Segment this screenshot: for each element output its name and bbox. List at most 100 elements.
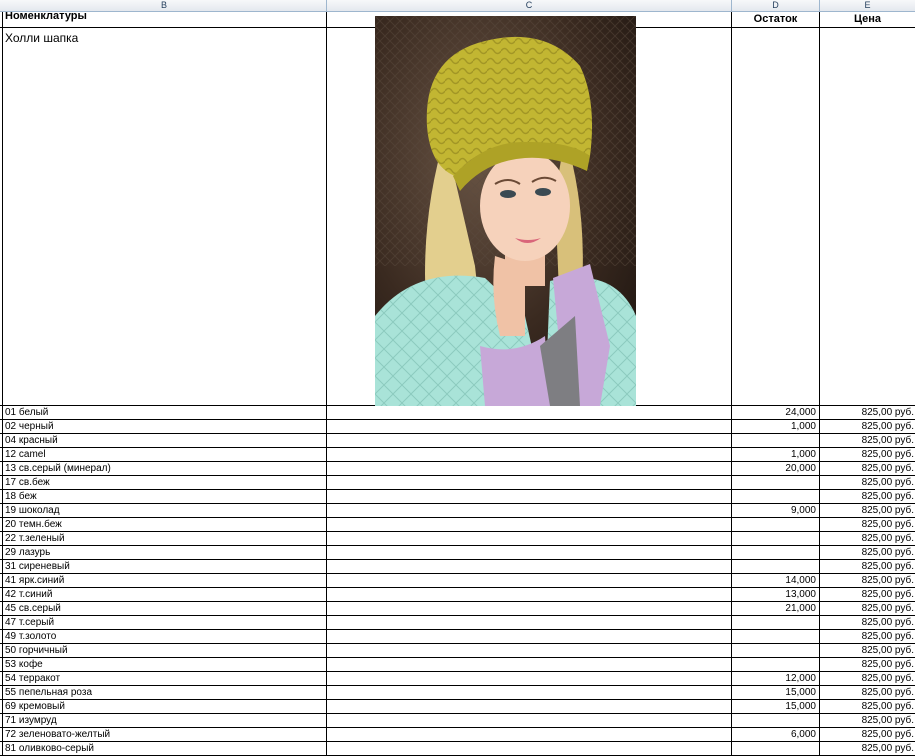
variant-empty-cell[interactable] xyxy=(327,490,732,503)
variant-empty-cell[interactable] xyxy=(327,700,732,713)
variant-price-cell[interactable]: 825,00 руб. xyxy=(820,420,915,433)
variant-stock-cell[interactable] xyxy=(732,476,820,489)
variant-name-cell[interactable]: 71 изумруд xyxy=(2,714,327,727)
variant-stock-cell[interactable] xyxy=(732,518,820,531)
variant-name-cell[interactable]: 01 белый xyxy=(2,406,327,419)
variant-empty-cell[interactable] xyxy=(327,588,732,601)
variant-name-cell[interactable]: 02 черный xyxy=(2,420,327,433)
variant-empty-cell[interactable] xyxy=(327,560,732,573)
product-name-cell[interactable]: Холли шапка xyxy=(2,28,327,405)
variant-price-cell[interactable]: 825,00 руб. xyxy=(820,574,915,587)
variant-name-cell[interactable]: 20 темн.беж xyxy=(2,518,327,531)
variant-empty-cell[interactable] xyxy=(327,686,732,699)
variant-stock-cell[interactable] xyxy=(732,658,820,671)
variant-empty-cell[interactable] xyxy=(327,462,732,475)
variant-stock-cell[interactable] xyxy=(732,532,820,545)
variant-empty-cell[interactable] xyxy=(327,714,732,727)
variant-name-cell[interactable]: 53 кофе xyxy=(2,658,327,671)
variant-stock-cell[interactable]: 6,000 xyxy=(732,728,820,741)
variant-name-cell[interactable]: 18 беж xyxy=(2,490,327,503)
variant-stock-cell[interactable]: 1,000 xyxy=(732,420,820,433)
variant-price-cell[interactable]: 825,00 руб. xyxy=(820,504,915,517)
variant-stock-cell[interactable] xyxy=(732,560,820,573)
variant-price-cell[interactable]: 825,00 руб. xyxy=(820,518,915,531)
variant-name-cell[interactable]: 49 т.золото xyxy=(2,630,327,643)
variant-price-cell[interactable]: 825,00 руб. xyxy=(820,602,915,615)
variant-price-cell[interactable]: 825,00 руб. xyxy=(820,728,915,741)
variant-empty-cell[interactable] xyxy=(327,630,732,643)
product-price-cell[interactable] xyxy=(820,28,915,405)
variant-stock-cell[interactable]: 24,000 xyxy=(732,406,820,419)
variant-price-cell[interactable]: 825,00 руб. xyxy=(820,700,915,713)
variant-price-cell[interactable]: 825,00 руб. xyxy=(820,616,915,629)
variant-stock-cell[interactable] xyxy=(732,742,820,755)
variant-price-cell[interactable]: 825,00 руб. xyxy=(820,588,915,601)
variant-empty-cell[interactable] xyxy=(327,434,732,447)
variant-name-cell[interactable]: 50 горчичный xyxy=(2,644,327,657)
variant-stock-cell[interactable]: 12,000 xyxy=(732,672,820,685)
variant-name-cell[interactable]: 13 св.серый (минерал) xyxy=(2,462,327,475)
product-stock-cell[interactable] xyxy=(732,28,820,405)
variant-stock-cell[interactable] xyxy=(732,616,820,629)
variant-price-cell[interactable]: 825,00 руб. xyxy=(820,462,915,475)
product-photo[interactable] xyxy=(375,16,636,406)
variant-stock-cell[interactable] xyxy=(732,490,820,503)
variant-price-cell[interactable]: 825,00 руб. xyxy=(820,490,915,503)
variant-price-cell[interactable]: 825,00 руб. xyxy=(820,434,915,447)
variant-stock-cell[interactable] xyxy=(732,434,820,447)
variant-stock-cell[interactable] xyxy=(732,630,820,643)
variant-name-cell[interactable]: 22 т.зеленый xyxy=(2,532,327,545)
variant-empty-cell[interactable] xyxy=(327,602,732,615)
variant-price-cell[interactable]: 825,00 руб. xyxy=(820,658,915,671)
variant-empty-cell[interactable] xyxy=(327,518,732,531)
variant-stock-cell[interactable]: 1,000 xyxy=(732,448,820,461)
variant-name-cell[interactable]: 12 camel xyxy=(2,448,327,461)
variant-price-cell[interactable]: 825,00 руб. xyxy=(820,532,915,545)
variant-empty-cell[interactable] xyxy=(327,476,732,489)
variant-stock-cell[interactable]: 21,000 xyxy=(732,602,820,615)
variant-name-cell[interactable]: 17 св.беж xyxy=(2,476,327,489)
variant-empty-cell[interactable] xyxy=(327,658,732,671)
variant-stock-cell[interactable]: 13,000 xyxy=(732,588,820,601)
variant-price-cell[interactable]: 825,00 руб. xyxy=(820,714,915,727)
variant-name-cell[interactable]: 29 лазурь xyxy=(2,546,327,559)
variant-name-cell[interactable]: 81 оливково-серый xyxy=(2,742,327,755)
variant-price-cell[interactable]: 825,00 руб. xyxy=(820,686,915,699)
variant-price-cell[interactable]: 825,00 руб. xyxy=(820,672,915,685)
variant-name-cell[interactable]: 69 кремовый xyxy=(2,700,327,713)
variant-stock-cell[interactable]: 14,000 xyxy=(732,574,820,587)
variant-empty-cell[interactable] xyxy=(327,672,732,685)
variant-empty-cell[interactable] xyxy=(327,546,732,559)
variant-empty-cell[interactable] xyxy=(327,504,732,517)
variant-empty-cell[interactable] xyxy=(327,406,732,419)
variant-empty-cell[interactable] xyxy=(327,532,732,545)
column-header-d[interactable]: D xyxy=(732,0,820,11)
variant-empty-cell[interactable] xyxy=(327,420,732,433)
variant-name-cell[interactable]: 72 зеленовато-желтый xyxy=(2,728,327,741)
variant-name-cell[interactable]: 45 св.серый xyxy=(2,602,327,615)
variant-price-cell[interactable]: 825,00 руб. xyxy=(820,742,915,755)
variant-empty-cell[interactable] xyxy=(327,616,732,629)
variant-name-cell[interactable]: 04 красный xyxy=(2,434,327,447)
variant-price-cell[interactable]: 825,00 руб. xyxy=(820,630,915,643)
variant-stock-cell[interactable]: 15,000 xyxy=(732,686,820,699)
variant-empty-cell[interactable] xyxy=(327,574,732,587)
variant-stock-cell[interactable] xyxy=(732,714,820,727)
variant-stock-cell[interactable]: 20,000 xyxy=(732,462,820,475)
variant-stock-cell[interactable]: 15,000 xyxy=(732,700,820,713)
variant-price-cell[interactable]: 825,00 руб. xyxy=(820,644,915,657)
variant-name-cell[interactable]: 55 пепельная роза xyxy=(2,686,327,699)
header-name-cell[interactable]: Номенклатуры xyxy=(2,12,327,27)
header-stock-cell[interactable]: Остаток xyxy=(732,12,820,27)
variant-name-cell[interactable]: 31 сиреневый xyxy=(2,560,327,573)
column-header-e[interactable]: E xyxy=(820,0,915,11)
variant-name-cell[interactable]: 42 т.синий xyxy=(2,588,327,601)
variant-stock-cell[interactable] xyxy=(732,644,820,657)
variant-price-cell[interactable]: 825,00 руб. xyxy=(820,560,915,573)
variant-stock-cell[interactable] xyxy=(732,546,820,559)
variant-empty-cell[interactable] xyxy=(327,728,732,741)
variant-empty-cell[interactable] xyxy=(327,448,732,461)
column-header-c[interactable]: C xyxy=(327,0,732,11)
header-price-cell[interactable]: Цена xyxy=(820,12,915,27)
variant-empty-cell[interactable] xyxy=(327,742,732,755)
